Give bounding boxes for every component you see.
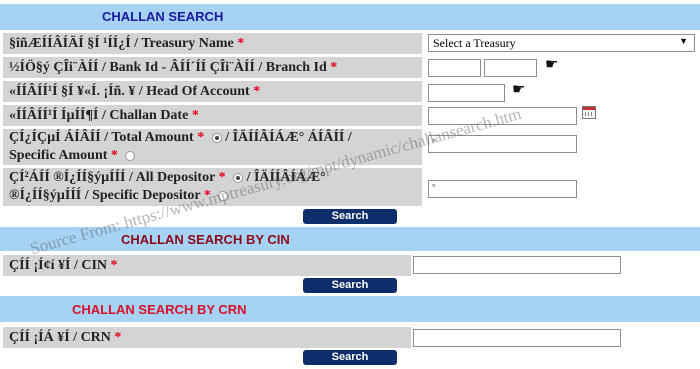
- pointing-hand-icon: ☛: [545, 57, 559, 73]
- treasury-label-cell: §îñÆÍÍÂÍÄÍ §Í ¹ÍÍ¿Í / Treasury Name *: [3, 33, 422, 54]
- specific-amount-radio[interactable]: [125, 150, 136, 161]
- required-marker: *: [197, 130, 205, 145]
- cin-input[interactable]: [413, 256, 621, 274]
- challan-search-by-crn-title: CHALLAN SEARCH BY CRN: [72, 302, 247, 317]
- required-marker: *: [253, 84, 261, 99]
- head-of-account-input[interactable]: [428, 84, 505, 102]
- date-label-cell: «ÍÍÂÍÍ¹Í ÍµÍÍ¶Í / Challan Date *: [3, 105, 422, 126]
- total-amount-label: ÇÍ¿ÍÇµÍ ÁÍÂÍÍ / Total Amount: [9, 130, 194, 145]
- specific-amount-label: Specific Amount: [9, 148, 108, 163]
- required-marker: *: [191, 108, 199, 123]
- required-marker: *: [330, 60, 338, 75]
- crn-input[interactable]: [413, 329, 621, 347]
- challan-date-label: «ÍÍÂÍÍ¹Í ÍµÍÍ¶Í / Challan Date: [9, 108, 189, 123]
- head-label-cell: «ÍÍÂÍÍ¹Í §Í ¥«Í. ¡Íñ. ¥ / Head Of Accoun…: [3, 81, 422, 102]
- cin-label-cell: ÇÍÍ ¡Í¢í ¥Í / CIN *: [3, 255, 411, 276]
- branch-id-input[interactable]: [484, 59, 537, 77]
- challan-search-by-crn-header: CHALLAN SEARCH BY CRN: [0, 296, 700, 322]
- bank-label: ½ÍÖ§ý ÇÎi¨ÀÍÍ / Bank Id - ÂÍÍ´ÍÍ ÇÎi¨ÀÍÍ…: [9, 60, 327, 75]
- search-button[interactable]: Search: [303, 350, 397, 365]
- required-marker: *: [114, 330, 122, 345]
- required-marker: *: [110, 258, 118, 273]
- bank-id-input[interactable]: [428, 59, 481, 77]
- treasury-select[interactable]: Select a Treasury ▼: [428, 34, 695, 52]
- chevron-down-icon: ▼: [679, 36, 688, 46]
- crn-label: ÇÍÍ ¡ÍÁ ¥Í / CRN: [9, 330, 111, 345]
- required-marker: *: [218, 170, 226, 185]
- crn-label-cell: ÇÍÍ ¡ÍÁ ¥Í / CRN *: [3, 327, 411, 348]
- treasury-select-value: Select a Treasury: [433, 36, 516, 50]
- all-depositor-label: ÇÍ²ÁÍÍ ®Í¿ÍÍ§ýµÍÍÍ / All Depositor: [9, 170, 216, 185]
- challan-search-header: CHALLAN SEARCH: [0, 4, 700, 30]
- total-amount-radio[interactable]: [211, 132, 222, 143]
- bank-label-cell: ½ÍÖ§ý ÇÎi¨ÀÍÍ / Bank Id - ÂÍÍ´ÍÍ ÇÎi¨ÀÍÍ…: [3, 57, 422, 78]
- head-of-account-label: «ÍÍÂÍÍ¹Í §Í ¥«Í. ¡Íñ. ¥ / Head Of Accoun…: [9, 84, 250, 99]
- challan-search-by-cin-title: CHALLAN SEARCH BY CIN: [121, 232, 290, 247]
- search-button[interactable]: Search: [303, 278, 397, 293]
- search-button[interactable]: Search: [303, 209, 397, 224]
- treasury-label: §îñÆÍÍÂÍÄÍ §Í ¹ÍÍ¿Í / Treasury Name: [9, 36, 234, 51]
- calendar-icon[interactable]: [582, 106, 596, 119]
- cin-label: ÇÍÍ ¡Í¢í ¥Í / CIN: [9, 258, 108, 273]
- required-marker: *: [110, 148, 118, 163]
- depositor-input[interactable]: *: [428, 180, 577, 198]
- required-marker: *: [237, 36, 245, 51]
- pointing-hand-icon: ☛: [512, 82, 526, 98]
- challan-search-title: CHALLAN SEARCH: [102, 9, 224, 24]
- specific-amount-label-prefix: / ÎÄÍÍÂÍÁÆ° ÁÍÂÍÍ /: [225, 130, 352, 145]
